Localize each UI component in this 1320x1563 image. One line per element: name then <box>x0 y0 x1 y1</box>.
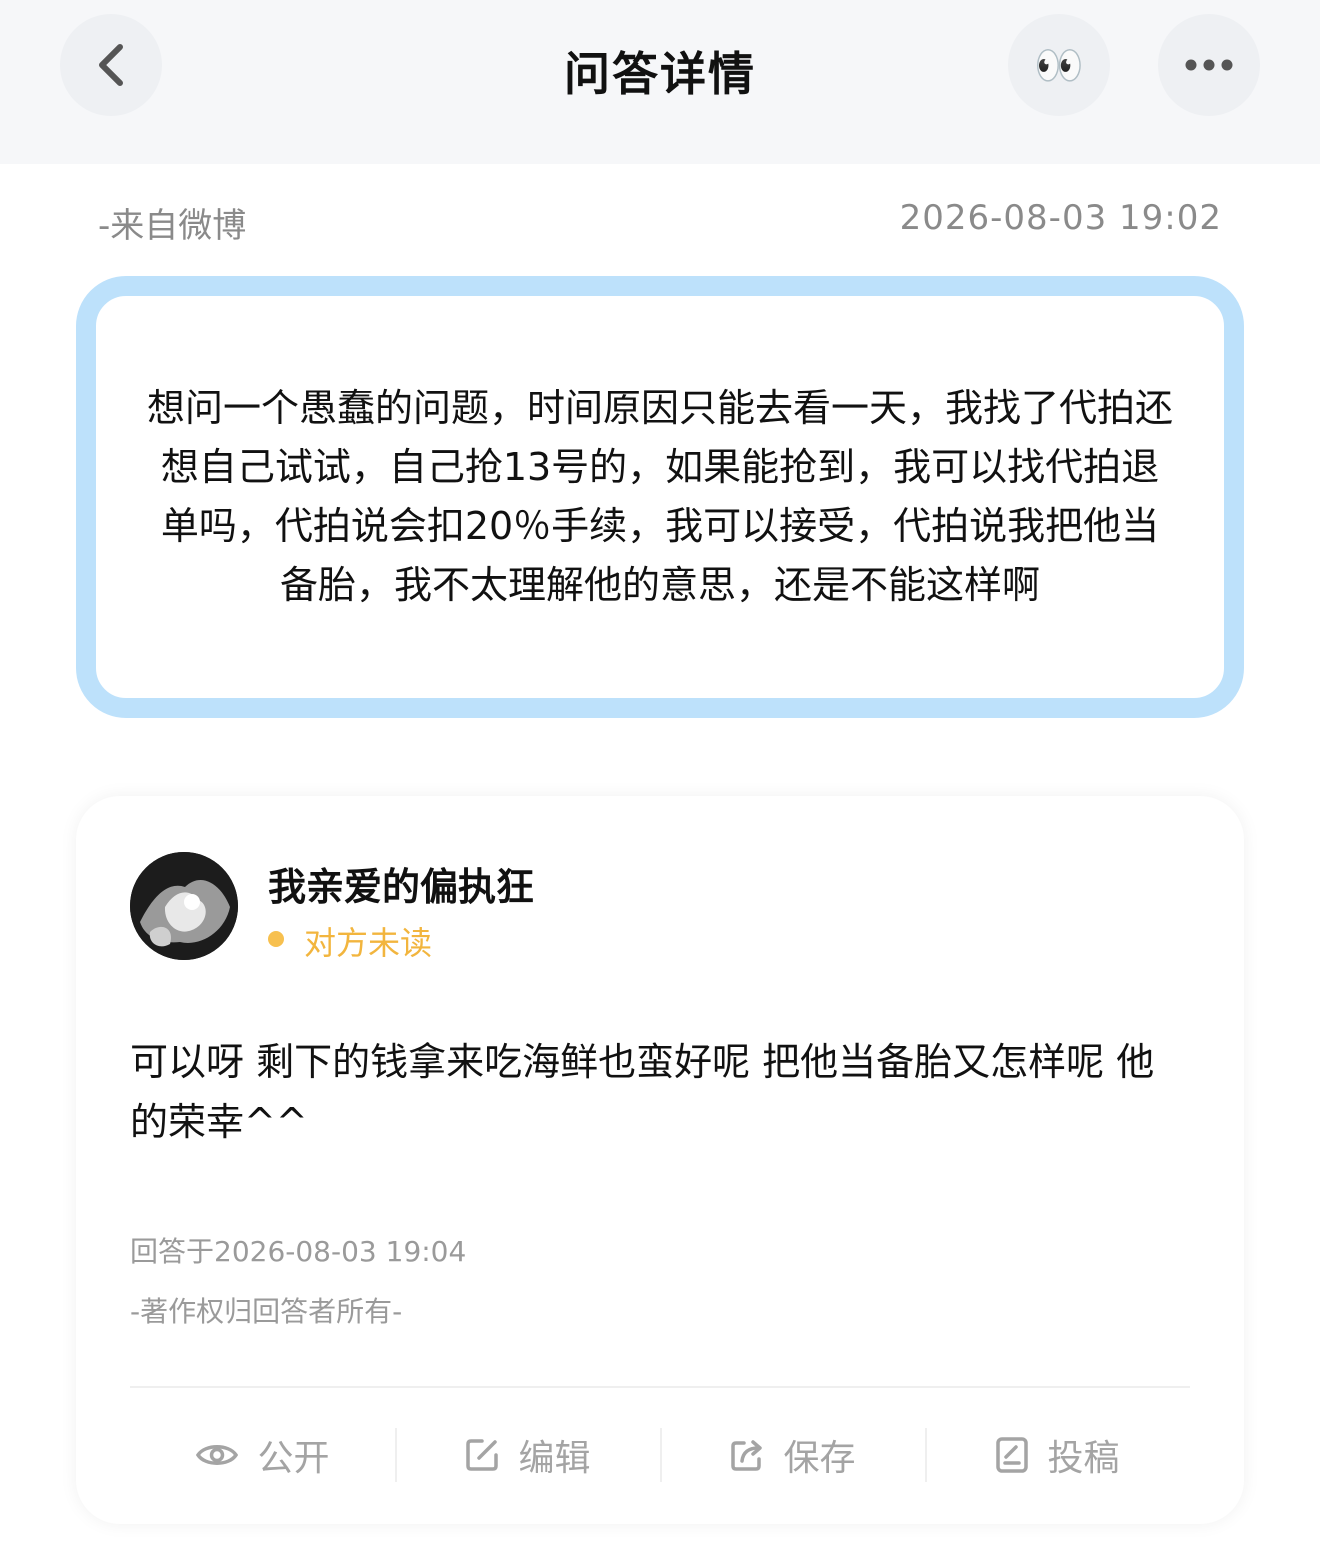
divider <box>130 1386 1190 1388</box>
submit-button[interactable]: 投稿 <box>925 1424 1190 1486</box>
answer-card: 我亲爱的偏执狂 对方未读 可以呀 剩下的钱拿来吃海鲜也蛮好呢 把他当备胎又怎样呢… <box>76 796 1244 1524</box>
answer-text: 可以呀 剩下的钱拿来吃海鲜也蛮好呢 把他当备胎又怎样呢 他的荣幸^^ <box>130 1040 1155 1144</box>
avatar[interactable] <box>130 852 238 960</box>
submit-doc-icon <box>996 1437 1029 1473</box>
question-source: -来自微博 <box>98 206 247 246</box>
status-dot-icon <box>268 931 284 947</box>
more-dots-icon <box>1185 59 1233 71</box>
public-button[interactable]: 公开 <box>130 1424 395 1486</box>
answerer-name[interactable]: 我亲爱的偏执狂 <box>268 856 534 911</box>
question-card: 想问一个愚蠢的问题，时间原因只能去看一天，我找了代拍还想自己试试，自己抢13号的… <box>76 276 1244 718</box>
eye-icon <box>196 1445 239 1465</box>
submit-label: 投稿 <box>1047 1438 1120 1479</box>
page-title: 问答详情 <box>564 47 756 101</box>
answered-at: 回答于2026-08-03 19:04 <box>130 1235 467 1268</box>
read-status: 对方未读 <box>304 924 433 962</box>
save-button[interactable]: 保存 <box>660 1424 925 1486</box>
share-save-icon <box>731 1440 763 1471</box>
save-label: 保存 <box>783 1438 856 1479</box>
edit-button[interactable]: 编辑 <box>395 1424 660 1486</box>
top-bar: 问答详情 👀 <box>0 0 1320 164</box>
edit-label: 编辑 <box>518 1438 591 1479</box>
eyes-emoji-icon: 👀 <box>1034 42 1084 89</box>
copyright-note: -著作权归回答者所有- <box>130 1295 403 1328</box>
question-text: 想问一个愚蠢的问题，时间原因只能去看一天，我找了代拍还想自己试试，自己抢13号的… <box>146 386 1173 607</box>
eyes-button[interactable]: 👀 <box>1008 14 1110 116</box>
question-time: 2026-08-03 19:02 <box>899 198 1222 238</box>
edit-icon <box>466 1439 499 1471</box>
public-label: 公开 <box>257 1438 330 1479</box>
more-button[interactable] <box>1158 14 1260 116</box>
action-bar: 公开 编辑 保存 投稿 <box>130 1424 1190 1486</box>
